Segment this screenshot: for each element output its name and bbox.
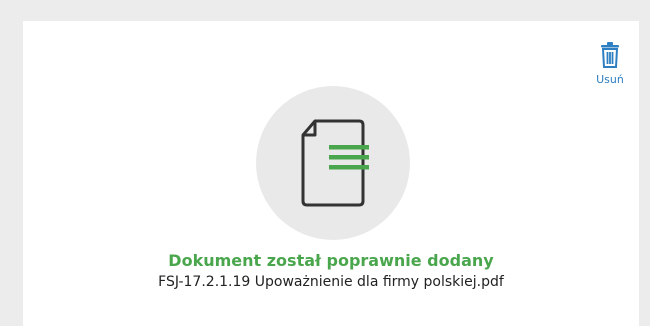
delete-button-label: Usuń <box>596 73 624 86</box>
uploaded-file-name: FSJ-17.2.1.19 Upoważnienie dla firmy pol… <box>158 274 504 290</box>
upload-status-message: Dokument został poprawnie dodany <box>168 251 494 270</box>
trash-icon <box>601 42 619 68</box>
document-preview <box>256 86 410 240</box>
upload-card: Usuń Dokument został poprawnie dodany FS… <box>23 21 639 326</box>
delete-button[interactable]: Usuń <box>593 41 627 93</box>
document-icon <box>301 119 369 207</box>
